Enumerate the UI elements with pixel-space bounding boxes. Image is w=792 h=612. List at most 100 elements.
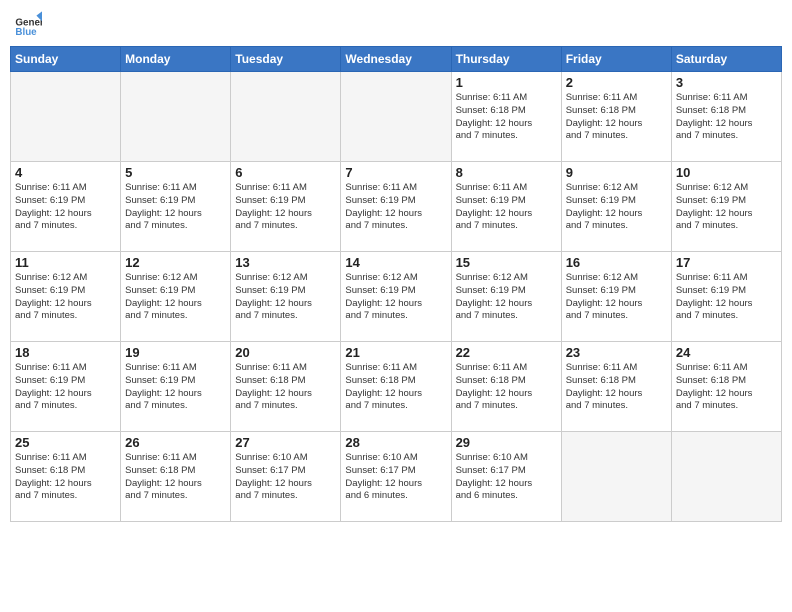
day-number: 16	[566, 255, 667, 270]
calendar-cell: 23 Sunrise: 6:11 AM Sunset: 6:18 PM Dayli…	[561, 342, 671, 432]
calendar-cell: 25 Sunrise: 6:11 AM Sunset: 6:18 PM Dayli…	[11, 432, 121, 522]
day-info: Sunrise: 6:11 AM Sunset: 6:18 PM Dayligh…	[345, 362, 446, 413]
day-number: 17	[676, 255, 777, 270]
day-header-friday: Friday	[561, 47, 671, 72]
day-number: 14	[345, 255, 446, 270]
day-number: 11	[15, 255, 116, 270]
day-info: Sunrise: 6:11 AM Sunset: 6:18 PM Dayligh…	[125, 452, 226, 503]
calendar-cell: 7 Sunrise: 6:11 AM Sunset: 6:19 PM Daylig…	[341, 162, 451, 252]
calendar-cell: 21Sunrise: 6:11 AM Sunset: 6:18 PM Dayli…	[341, 342, 451, 432]
day-number: 3	[676, 75, 777, 90]
day-info: Sunrise: 6:12 AM Sunset: 6:19 PM Dayligh…	[456, 272, 557, 323]
day-info: Sunrise: 6:12 AM Sunset: 6:19 PM Dayligh…	[676, 182, 777, 233]
calendar-cell	[11, 72, 121, 162]
day-info: Sunrise: 6:11 AM Sunset: 6:19 PM Dayligh…	[345, 182, 446, 233]
calendar-cell	[231, 72, 341, 162]
logo-icon: General Blue	[14, 10, 42, 38]
day-number: 13	[235, 255, 336, 270]
day-info: Sunrise: 6:12 AM Sunset: 6:19 PM Dayligh…	[15, 272, 116, 323]
day-info: Sunrise: 6:11 AM Sunset: 6:18 PM Dayligh…	[566, 92, 667, 143]
calendar-cell: 8Sunrise: 6:11 AM Sunset: 6:19 PM Daylig…	[451, 162, 561, 252]
calendar-cell: 12 Sunrise: 6:12 AM Sunset: 6:19 PM Dayli…	[121, 252, 231, 342]
day-header-tuesday: Tuesday	[231, 47, 341, 72]
day-info: Sunrise: 6:12 AM Sunset: 6:19 PM Dayligh…	[566, 182, 667, 233]
day-number: 20	[235, 345, 336, 360]
day-info: Sunrise: 6:11 AM Sunset: 6:19 PM Dayligh…	[676, 272, 777, 323]
day-number: 4	[15, 165, 116, 180]
day-number: 6	[235, 165, 336, 180]
day-info: Sunrise: 6:10 AM Sunset: 6:17 PM Dayligh…	[456, 452, 557, 503]
calendar-cell: 14 Sunrise: 6:12 AM Sunset: 6:19 PM Dayli…	[341, 252, 451, 342]
day-info: Sunrise: 6:11 AM Sunset: 6:18 PM Dayligh…	[676, 92, 777, 143]
calendar-cell: 19 Sunrise: 6:11 AM Sunset: 6:19 PM Dayli…	[121, 342, 231, 432]
day-info: Sunrise: 6:11 AM Sunset: 6:19 PM Dayligh…	[15, 182, 116, 233]
day-number: 18	[15, 345, 116, 360]
day-number: 2	[566, 75, 667, 90]
week-row-5: 25 Sunrise: 6:11 AM Sunset: 6:18 PM Dayli…	[11, 432, 782, 522]
day-number: 1	[456, 75, 557, 90]
calendar-cell	[341, 72, 451, 162]
day-info: Sunrise: 6:10 AM Sunset: 6:17 PM Dayligh…	[235, 452, 336, 503]
calendar-cell: 15 Sunrise: 6:12 AM Sunset: 6:19 PM Dayli…	[451, 252, 561, 342]
page-header: General Blue	[10, 10, 782, 38]
calendar-cell: 16 Sunrise: 6:12 AM Sunset: 6:19 PM Dayli…	[561, 252, 671, 342]
day-number: 29	[456, 435, 557, 450]
day-info: Sunrise: 6:11 AM Sunset: 6:19 PM Dayligh…	[15, 362, 116, 413]
calendar-cell: 11 Sunrise: 6:12 AM Sunset: 6:19 PM Dayli…	[11, 252, 121, 342]
calendar-cell: 1 Sunrise: 6:11 AM Sunset: 6:18 PM Daylig…	[451, 72, 561, 162]
day-number: 25	[15, 435, 116, 450]
day-number: 23	[566, 345, 667, 360]
day-number: 12	[125, 255, 226, 270]
week-row-1: 1 Sunrise: 6:11 AM Sunset: 6:18 PM Daylig…	[11, 72, 782, 162]
day-number: 26	[125, 435, 226, 450]
calendar-cell	[561, 432, 671, 522]
day-info: Sunrise: 6:11 AM Sunset: 6:19 PM Dayligh…	[456, 182, 557, 233]
day-number: 28	[345, 435, 446, 450]
day-info: Sunrise: 6:12 AM Sunset: 6:19 PM Dayligh…	[566, 272, 667, 323]
calendar-cell: 2 Sunrise: 6:11 AM Sunset: 6:18 PM Daylig…	[561, 72, 671, 162]
day-number: 22	[456, 345, 557, 360]
calendar-cell: 29 Sunrise: 6:10 AM Sunset: 6:17 PM Dayli…	[451, 432, 561, 522]
day-number: 19	[125, 345, 226, 360]
days-header-row: SundayMondayTuesdayWednesdayThursdayFrid…	[11, 47, 782, 72]
calendar-cell: 18 Sunrise: 6:11 AM Sunset: 6:19 PM Dayli…	[11, 342, 121, 432]
calendar-cell: 28 Sunrise: 6:10 AM Sunset: 6:17 PM Dayli…	[341, 432, 451, 522]
calendar-cell	[121, 72, 231, 162]
day-number: 7	[345, 165, 446, 180]
week-row-3: 11 Sunrise: 6:12 AM Sunset: 6:19 PM Dayli…	[11, 252, 782, 342]
day-info: Sunrise: 6:12 AM Sunset: 6:19 PM Dayligh…	[125, 272, 226, 323]
day-number: 15	[456, 255, 557, 270]
day-number: 24	[676, 345, 777, 360]
day-header-wednesday: Wednesday	[341, 47, 451, 72]
day-header-sunday: Sunday	[11, 47, 121, 72]
day-info: Sunrise: 6:11 AM Sunset: 6:19 PM Dayligh…	[125, 182, 226, 233]
day-number: 27	[235, 435, 336, 450]
calendar-cell: 10Sunrise: 6:12 AM Sunset: 6:19 PM Dayli…	[671, 162, 781, 252]
calendar-cell: 6 Sunrise: 6:11 AM Sunset: 6:19 PM Daylig…	[231, 162, 341, 252]
day-info: Sunrise: 6:10 AM Sunset: 6:17 PM Dayligh…	[345, 452, 446, 503]
calendar-cell: 26 Sunrise: 6:11 AM Sunset: 6:18 PM Dayli…	[121, 432, 231, 522]
day-header-thursday: Thursday	[451, 47, 561, 72]
calendar-cell: 24 Sunrise: 6:11 AM Sunset: 6:18 PM Dayli…	[671, 342, 781, 432]
calendar-cell: 22 Sunrise: 6:11 AM Sunset: 6:18 PM Dayli…	[451, 342, 561, 432]
calendar-cell	[671, 432, 781, 522]
day-info: Sunrise: 6:11 AM Sunset: 6:18 PM Dayligh…	[676, 362, 777, 413]
day-info: Sunrise: 6:11 AM Sunset: 6:19 PM Dayligh…	[125, 362, 226, 413]
logo: General Blue	[14, 10, 42, 38]
day-number: 5	[125, 165, 226, 180]
day-info: Sunrise: 6:11 AM Sunset: 6:18 PM Dayligh…	[456, 92, 557, 143]
calendar-cell: 13Sunrise: 6:12 AM Sunset: 6:19 PM Dayli…	[231, 252, 341, 342]
day-number: 9	[566, 165, 667, 180]
day-info: Sunrise: 6:11 AM Sunset: 6:19 PM Dayligh…	[235, 182, 336, 233]
calendar-cell: 4 Sunrise: 6:11 AM Sunset: 6:19 PM Daylig…	[11, 162, 121, 252]
calendar-cell: 9 Sunrise: 6:12 AM Sunset: 6:19 PM Daylig…	[561, 162, 671, 252]
day-info: Sunrise: 6:11 AM Sunset: 6:18 PM Dayligh…	[566, 362, 667, 413]
calendar-cell: 3 Sunrise: 6:11 AM Sunset: 6:18 PM Daylig…	[671, 72, 781, 162]
svg-text:Blue: Blue	[15, 27, 37, 38]
day-info: Sunrise: 6:12 AM Sunset: 6:19 PM Dayligh…	[345, 272, 446, 323]
week-row-4: 18 Sunrise: 6:11 AM Sunset: 6:19 PM Dayli…	[11, 342, 782, 432]
day-info: Sunrise: 6:11 AM Sunset: 6:18 PM Dayligh…	[456, 362, 557, 413]
day-info: Sunrise: 6:11 AM Sunset: 6:18 PM Dayligh…	[15, 452, 116, 503]
calendar-cell: 17 Sunrise: 6:11 AM Sunset: 6:19 PM Dayli…	[671, 252, 781, 342]
day-header-saturday: Saturday	[671, 47, 781, 72]
